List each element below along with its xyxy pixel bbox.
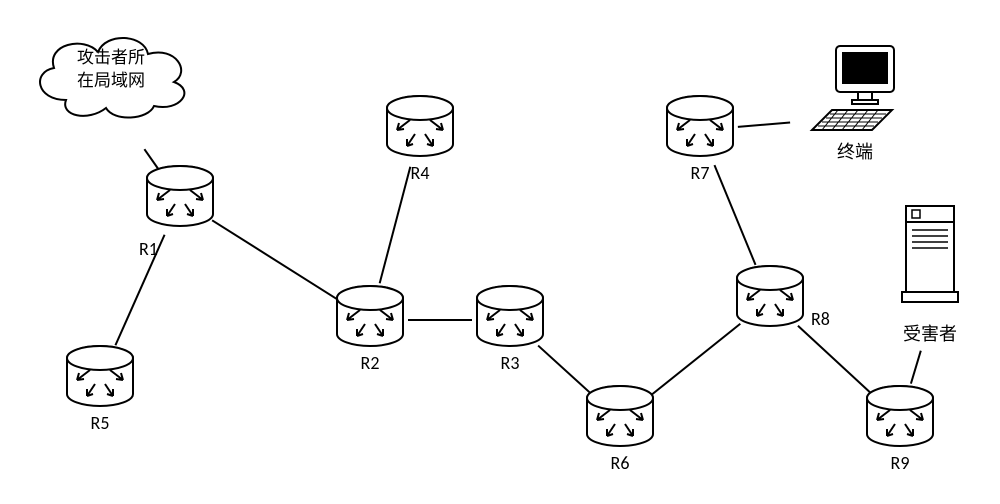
- terminal-label: 终端: [837, 138, 873, 164]
- router-R8: R8: [733, 264, 807, 328]
- computer-icon: [808, 44, 902, 136]
- victim-label: 受害者: [903, 320, 957, 346]
- router-icon: [145, 164, 215, 228]
- diagram-stage: 攻击者所 在局域网 R1: [0, 0, 1000, 504]
- router-R2: R2: [333, 284, 407, 374]
- router-label: R6: [611, 452, 630, 474]
- router-R7: R7: [663, 94, 737, 184]
- router-label: R2: [361, 352, 380, 374]
- router-label: R8: [811, 308, 830, 330]
- router-icon: [335, 284, 405, 348]
- server-icon: [900, 204, 960, 314]
- router-icon: [665, 94, 735, 158]
- cloud-label: 攻击者所 在局域网: [26, 22, 196, 118]
- router-label: R3: [501, 352, 520, 374]
- router-icon: [385, 94, 455, 158]
- router-R6: R6: [583, 384, 657, 474]
- router-label: R9: [891, 452, 910, 474]
- victim-server: 受害者: [900, 204, 960, 346]
- router-label: R4: [411, 162, 430, 184]
- router-label: R1: [139, 238, 158, 260]
- router-R9: R9: [863, 384, 937, 474]
- router-icon: [65, 344, 135, 408]
- router-R5: R5: [63, 344, 137, 434]
- router-label: R5: [91, 412, 110, 434]
- router-icon: [865, 384, 935, 448]
- router-R3: R3: [473, 284, 547, 374]
- router-icon: [735, 264, 805, 328]
- router-label: R7: [691, 162, 710, 184]
- router-R1: R1: [143, 164, 217, 228]
- router-icon: [475, 284, 545, 348]
- terminal-computer: 终端: [808, 44, 902, 164]
- router-R4: R4: [383, 94, 457, 184]
- router-icon: [585, 384, 655, 448]
- cloud-attacker-lan: 攻击者所 在局域网: [26, 22, 196, 118]
